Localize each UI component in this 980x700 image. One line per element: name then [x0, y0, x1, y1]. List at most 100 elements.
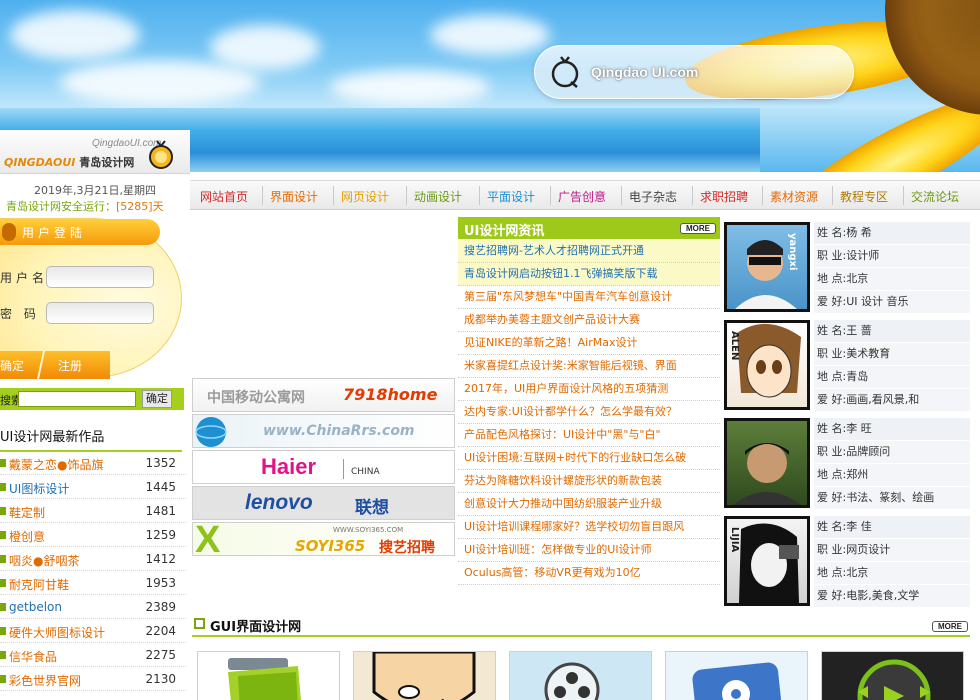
- work-name[interactable]: 戴蒙之恋●饰品旗: [9, 456, 103, 473]
- profile-name: 姓 名:李 佳: [814, 516, 970, 539]
- left-sidebar: QingdaoUI.com QINGDAOUI 青岛设计网 2019年,3月21…: [0, 130, 190, 700]
- news-item[interactable]: 见证NIKE的革新之路！AirMax设计: [458, 332, 720, 355]
- bullet-icon: [0, 555, 6, 563]
- work-list-item[interactable]: 彩色世界官网 2130: [0, 667, 186, 691]
- nav-separator: [762, 186, 763, 205]
- work-name[interactable]: getbelon: [9, 600, 62, 614]
- ad-haier-logo: Haier: [261, 454, 317, 479]
- profile-job: 职 业:设计师: [814, 245, 970, 268]
- username-label: 用户名: [0, 271, 49, 285]
- username-input[interactable]: [46, 266, 154, 288]
- ad-lenovo-extra: 联想: [355, 498, 389, 518]
- work-name[interactable]: 咽炎●舒咽茶: [9, 552, 79, 569]
- banner-logo-pill[interactable]: Qingdao UI.com: [534, 45, 854, 99]
- work-list-item[interactable]: 橙创意 1259: [0, 523, 186, 547]
- bullet-icon: [0, 651, 6, 659]
- nav-item[interactable]: 平面设计: [487, 188, 535, 205]
- site-search: 搜索 确定: [0, 388, 184, 410]
- site-brand: QingdaoUI.com QINGDAOUI 青岛设计网: [0, 130, 190, 174]
- news-item[interactable]: 芬达为降糖饮料设计螺旋形状的新款包装: [458, 470, 720, 493]
- login-submit-button[interactable]: 确定: [0, 357, 24, 374]
- nav-item[interactable]: 电子杂志: [629, 188, 677, 205]
- work-name[interactable]: 耐克阿甘鞋: [9, 576, 69, 593]
- ad-haier[interactable]: Haier CHINA: [192, 450, 455, 484]
- ad-7918home-extra: 7918home: [343, 385, 438, 404]
- nav-item[interactable]: 动画设计: [414, 188, 462, 205]
- work-name[interactable]: 彩色世界官网: [9, 672, 81, 689]
- gui-more-button[interactable]: MORE: [932, 621, 968, 632]
- ad-chinarrs[interactable]: www.ChinaRrs.com: [192, 414, 455, 448]
- ad-chinarrs-text: www.ChinaRrs.com: [263, 423, 415, 439]
- news-item[interactable]: 成都举办美蓉主题文创产品设计大赛: [458, 309, 720, 332]
- nav-item[interactable]: 界面设计: [270, 188, 318, 205]
- news-more-button[interactable]: MORE: [680, 223, 716, 234]
- password-input[interactable]: [46, 302, 154, 324]
- nav-separator: [333, 186, 334, 205]
- main-navigation: 网站首页 界面设计 网页设计 动画设计 平面设计 广告创意 电子杂志 求职招聘 素材资源 教程专区…: [190, 180, 980, 210]
- work-name[interactable]: 信华食品: [9, 648, 57, 665]
- banner-logo-text: Qingdao UI.com: [591, 64, 699, 80]
- ad-soyi365[interactable]: X WWW.SOYI365.COM SOYI365 搜艺招聘: [192, 522, 455, 556]
- orange-logo-icon: [149, 140, 173, 169]
- nav-item[interactable]: 教程专区: [840, 188, 888, 205]
- gui-thumb-cartoon[interactable]: [353, 651, 496, 700]
- gui-thumb-disc[interactable]: [665, 651, 808, 700]
- bullet-icon: [0, 579, 6, 587]
- news-item[interactable]: UI设计培训课程哪家好？选学校切勿盲目跟风: [458, 516, 720, 539]
- brand-name: QINGDAOUI 青岛设计网: [4, 156, 135, 169]
- news-item[interactable]: 创意设计大力推动中国纺织服装产业升级: [458, 493, 720, 516]
- work-list-item[interactable]: 鞋定制 1481: [0, 499, 186, 523]
- nav-item[interactable]: 交流论坛: [911, 188, 959, 205]
- ad-lenovo[interactable]: lenovo 联想: [192, 486, 455, 520]
- login-title: 用户登陆: [22, 226, 87, 240]
- work-list-item[interactable]: 信华食品 2275: [0, 643, 186, 667]
- gui-thumb-folder[interactable]: [197, 651, 340, 700]
- work-list-item[interactable]: 戴蒙之恋●饰品旗 1352: [0, 451, 186, 475]
- profile-hobby: 爱 好:UI 设计 音乐: [814, 291, 970, 314]
- news-item[interactable]: 米家喜提红点设计奖:米家智能后视镜、界面: [458, 355, 720, 378]
- profile-photo[interactable]: [724, 418, 810, 508]
- profile-hobby: 爱 好:电影,美食,文学: [814, 585, 970, 608]
- work-name[interactable]: UI图标设计: [9, 480, 69, 497]
- profile-photo[interactable]: yangxi: [724, 222, 810, 312]
- news-item[interactable]: UI设计培训班：怎样做专业的UI设计师: [458, 539, 720, 562]
- news-item[interactable]: UI设计困境:互联网+时代下的行业缺口怎么破: [458, 447, 720, 470]
- profile-name: 姓 名:王 蔷: [814, 320, 970, 343]
- work-view-count: 2389: [145, 600, 176, 614]
- gui-section-title: GUI界面设计网: [210, 620, 302, 635]
- work-list-item[interactable]: 硬件大师图标设计 2204: [0, 619, 186, 643]
- latest-works-list: 戴蒙之恋●饰品旗 1352 UI图标设计 1445 鞋定制 1481 橙创意 1259 咽炎●舒…: [0, 451, 186, 691]
- profile-photo[interactable]: LIJIA: [724, 516, 810, 606]
- search-button[interactable]: 确定: [142, 390, 172, 408]
- nav-item[interactable]: 网页设计: [341, 188, 389, 205]
- work-list-item[interactable]: 耐克阿甘鞋 1953: [0, 571, 186, 595]
- nav-item[interactable]: 网站首页: [200, 188, 248, 205]
- nav-item[interactable]: 广告创意: [558, 188, 606, 205]
- search-input[interactable]: [18, 391, 136, 407]
- gui-thumb-film-reel[interactable]: [509, 651, 652, 700]
- news-item[interactable]: Oculus高管：移动VR更有戏为10亿: [458, 562, 720, 585]
- register-button[interactable]: 注册: [58, 357, 82, 374]
- profile-hobby: 爱 好:书法、篆刻、绘画: [814, 487, 970, 510]
- work-list-item[interactable]: 咽炎●舒咽茶 1412: [0, 547, 186, 571]
- work-list-item[interactable]: UI图标设计 1445: [0, 475, 186, 499]
- news-item[interactable]: 2017年，UI用户界面设计风格的五项猜测: [458, 378, 720, 401]
- nav-item[interactable]: 求职招聘: [700, 188, 748, 205]
- work-list-item[interactable]: getbelon 2389: [0, 595, 186, 619]
- profile-place: 地 点:北京: [814, 562, 970, 585]
- work-name[interactable]: 鞋定制: [9, 504, 45, 521]
- gui-thumb-player[interactable]: [821, 651, 964, 700]
- news-item[interactable]: 搜艺招聘网-艺术人才招聘网正式开通: [458, 240, 720, 263]
- user-icon: [2, 223, 16, 241]
- nav-item[interactable]: 素材资源: [770, 188, 818, 205]
- work-name[interactable]: 橙创意: [9, 528, 45, 545]
- news-item[interactable]: 第三届"东风梦想车"中国青年汽车创意设计: [458, 286, 720, 309]
- ad-7918home[interactable]: 中国移动公寓网 7918home: [192, 378, 455, 412]
- news-item[interactable]: 产品配色风格探讨：UI设计中"黑"与"白": [458, 424, 720, 447]
- nav-separator: [692, 186, 693, 205]
- news-item[interactable]: 青岛设计网启动按钮1.1飞弹搞笑版下载: [458, 263, 720, 286]
- profile-photo[interactable]: ALEN: [724, 320, 810, 410]
- work-name[interactable]: 硬件大师图标设计: [9, 624, 105, 641]
- profile-job: 职 业:品牌顾问: [814, 441, 970, 464]
- news-item[interactable]: 达内专家:UI设计都学什么？怎么学最有效？: [458, 401, 720, 424]
